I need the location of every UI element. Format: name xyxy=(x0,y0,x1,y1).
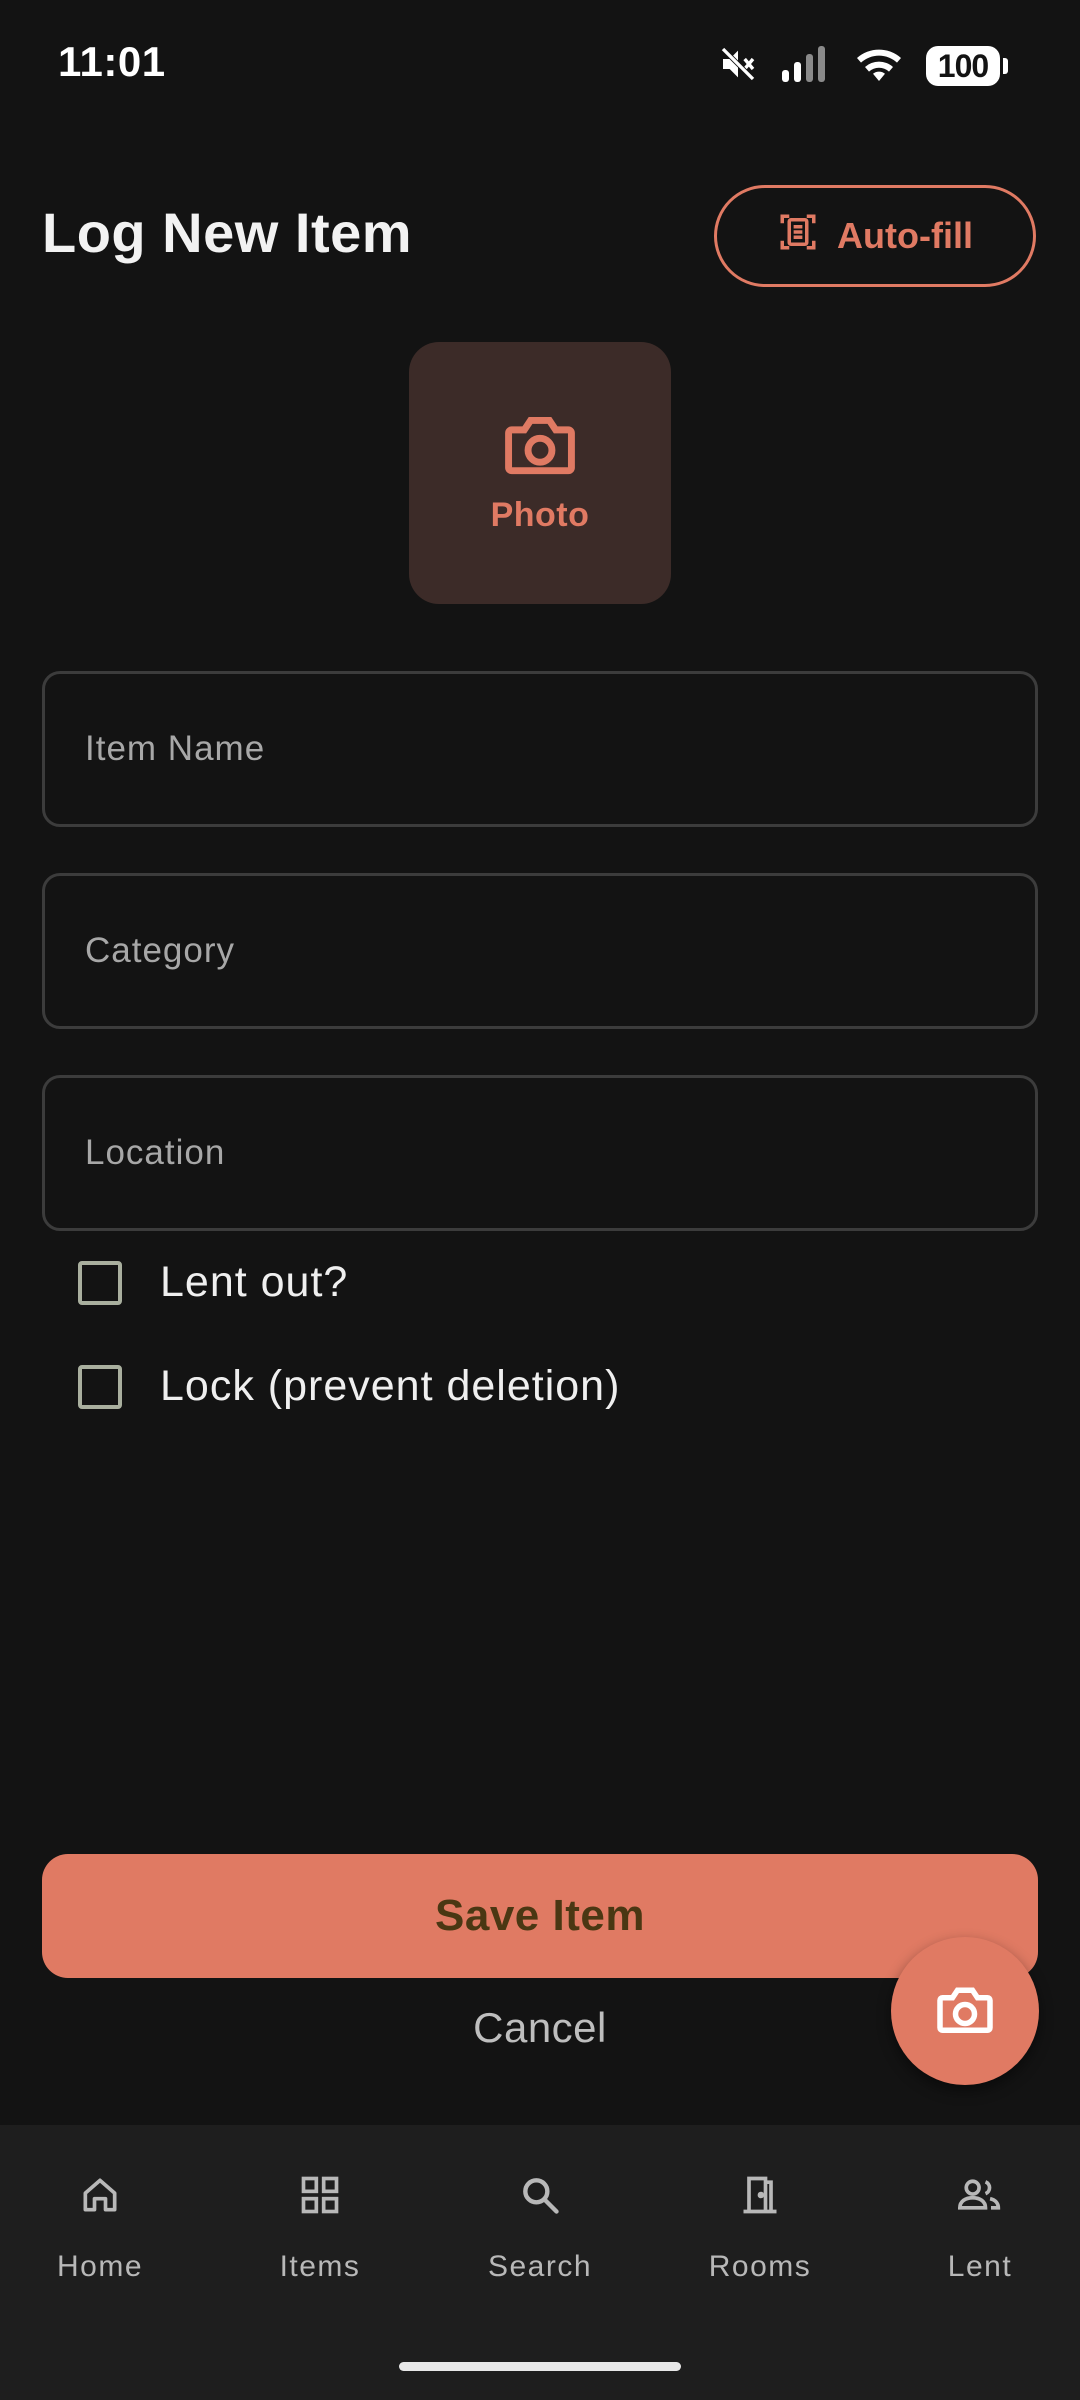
page-title: Log New Item xyxy=(42,201,413,264)
lock-checkbox[interactable] xyxy=(78,1364,122,1409)
camera-fab-button[interactable] xyxy=(891,1937,1039,2085)
nav-label-rooms: Rooms xyxy=(708,2250,812,2283)
grid-icon xyxy=(298,2160,342,2230)
photo-button[interactable]: Photo xyxy=(409,342,671,604)
nav-item-search[interactable]: Search xyxy=(440,2160,640,2284)
camera-icon xyxy=(935,1982,995,2041)
signal-icon xyxy=(780,44,832,89)
category-input[interactable] xyxy=(42,873,1038,1029)
search-icon xyxy=(518,2160,562,2230)
nav-label-items: Items xyxy=(279,2250,361,2283)
nav-item-rooms[interactable]: Rooms xyxy=(660,2160,860,2284)
photo-label: Photo xyxy=(490,496,590,534)
location-input[interactable] xyxy=(42,1075,1038,1231)
status-time: 11:01 xyxy=(58,38,166,85)
nav-label-home: Home xyxy=(56,2250,144,2283)
nav-label-lent: Lent xyxy=(947,2250,1013,2283)
people-icon xyxy=(956,2160,1004,2230)
status-icons: 100 xyxy=(718,40,1008,92)
save-button[interactable]: Save Item xyxy=(42,1854,1038,1978)
document-scan-icon xyxy=(777,211,819,262)
door-icon xyxy=(738,2160,782,2230)
lent-out-checkbox-row[interactable]: Lent out? xyxy=(78,1258,348,1307)
home-indicator xyxy=(399,2362,681,2371)
wifi-icon xyxy=(854,44,904,89)
nav-item-items[interactable]: Items xyxy=(220,2160,420,2284)
nav-item-lent[interactable]: Lent xyxy=(880,2160,1080,2284)
mute-icon xyxy=(718,44,758,89)
battery-level: 100 xyxy=(926,46,1000,86)
home-icon xyxy=(78,2160,122,2230)
camera-icon xyxy=(502,411,578,482)
lent-out-label: Lent out? xyxy=(160,1258,349,1306)
autofill-label: Auto-fill xyxy=(837,215,973,256)
battery-icon: 100 xyxy=(926,46,1008,86)
autofill-button[interactable]: Auto-fill xyxy=(714,185,1036,287)
item-name-input[interactable] xyxy=(42,671,1038,827)
lock-checkbox-row[interactable]: Lock (prevent deletion) xyxy=(78,1362,620,1411)
nav-item-home[interactable]: Home xyxy=(0,2160,200,2284)
lock-label: Lock (prevent deletion) xyxy=(160,1362,621,1410)
lent-out-checkbox[interactable] xyxy=(78,1260,122,1305)
nav-label-search: Search xyxy=(487,2250,593,2283)
